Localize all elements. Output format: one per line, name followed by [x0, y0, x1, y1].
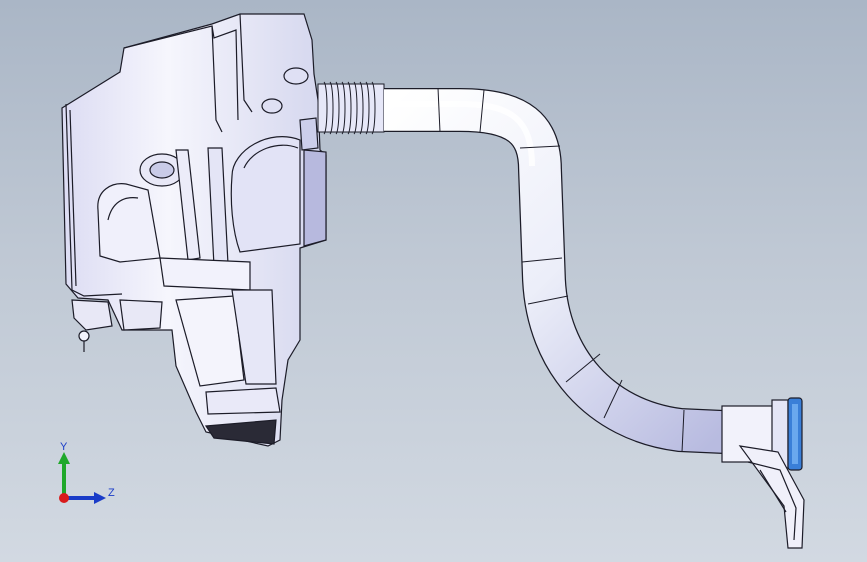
z-axis-arrow-icon: [94, 492, 106, 504]
y-axis-arrow-icon: [58, 452, 70, 464]
y-axis-label: Y: [60, 441, 68, 453]
x-axis-icon: [59, 493, 69, 503]
reservoir-body[interactable]: [61, 13, 327, 447]
bellows-section[interactable]: [317, 81, 385, 135]
z-axis-label: Z: [108, 487, 115, 499]
cad-viewport[interactable]: Y Z: [0, 0, 867, 562]
filler-hose[interactable]: [384, 87, 725, 454]
coordinate-triad: Y Z: [58, 441, 115, 504]
filler-neck[interactable]: [721, 397, 805, 549]
cad-model[interactable]: [0, 0, 867, 562]
